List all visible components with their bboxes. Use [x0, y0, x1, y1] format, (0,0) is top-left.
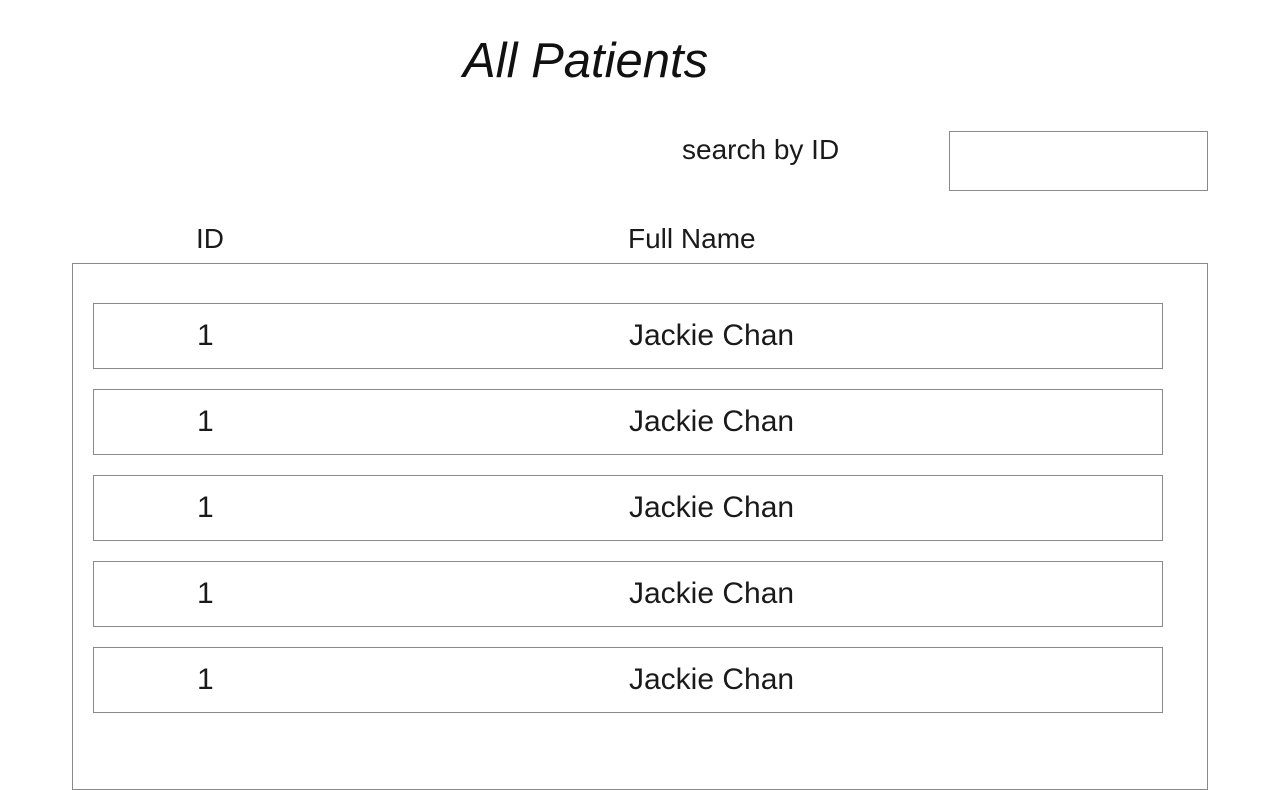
cell-id: 1 [197, 663, 214, 696]
table-row[interactable]: 1 Jackie Chan [93, 647, 1163, 713]
cell-id: 1 [197, 405, 214, 438]
cell-full-name: Jackie Chan [629, 491, 795, 524]
cell-full-name: Jackie Chan [629, 319, 795, 352]
search-input[interactable] [949, 131, 1208, 191]
cell-full-name: Jackie Chan [629, 577, 795, 610]
column-header-full-name: Full Name [628, 223, 756, 254]
table-row[interactable]: 1 Jackie Chan [93, 303, 1163, 369]
patient-list[interactable]: 1 Jackie Chan 1 Jackie Chan 1 Jackie Cha… [72, 263, 1208, 790]
table-row[interactable]: 1 Jackie Chan [93, 389, 1163, 455]
cell-id: 1 [197, 491, 214, 524]
cell-id: 1 [197, 577, 214, 610]
cell-id: 1 [197, 319, 214, 352]
page-title: All Patients [463, 34, 709, 88]
cell-full-name: Jackie Chan [629, 405, 795, 438]
table-row[interactable]: 1 Jackie Chan [93, 475, 1163, 541]
table-row[interactable]: 1 Jackie Chan [93, 561, 1163, 627]
search-label: search by ID [682, 134, 840, 165]
cell-full-name: Jackie Chan [629, 663, 795, 696]
column-header-id: ID [196, 223, 224, 254]
